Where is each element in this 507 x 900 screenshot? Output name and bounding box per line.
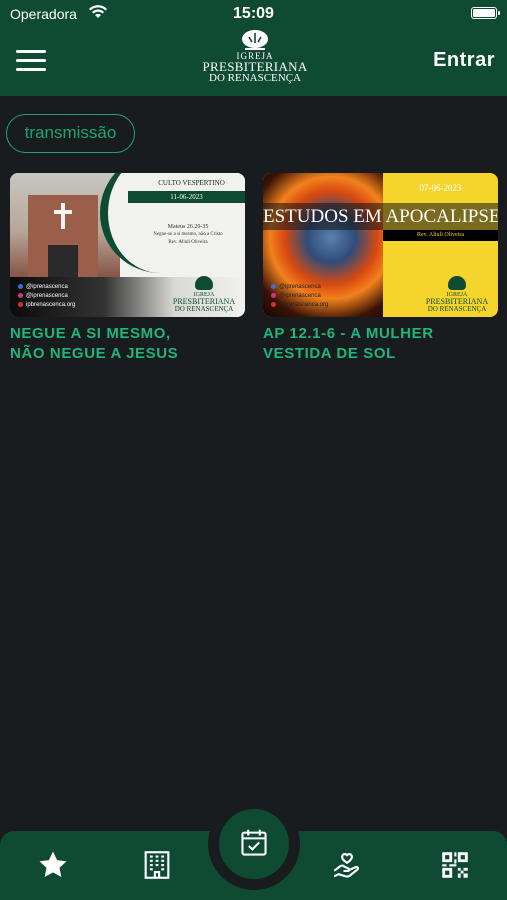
facebook-icon (18, 283, 23, 289)
thumb-brand: IGREJA PRESBITERIANA DO RENASCENÇA (169, 276, 239, 313)
clock: 15:09 (233, 5, 274, 22)
sermon-title-line: NÃO NEGUE A JESUS (10, 345, 179, 362)
building-icon (144, 851, 170, 879)
social-handle: @iprenascenca (279, 284, 321, 290)
calendar-check-icon (241, 829, 267, 856)
church-logo: IGREJA PRESBITERIANA DO RENASCENÇA (180, 29, 330, 93)
status-bar: Operadora 15:09 (0, 0, 507, 28)
star-icon (39, 851, 67, 878)
brand-line: DO RENASCENÇA (174, 305, 234, 313)
thumb-title: ESTUDOS EM APOCALIPSE (263, 203, 498, 230)
thumb-header: CULTO VESPERTINO (158, 179, 225, 187)
web-icon (271, 301, 276, 307)
thumb-ref: Mateus 26.20-35 (167, 224, 209, 230)
sermon-thumbnail: CULTO VESPERTINO 11-06-2023 Mateus 26.20… (10, 173, 245, 317)
social-handle: ipbrenascenca.org (279, 302, 329, 308)
tab-qr-code[interactable] (438, 848, 472, 882)
social-handle: @iprenascenca (279, 293, 321, 299)
web-icon (18, 301, 23, 307)
sermon-title-line: AP 12.1-6 - A MULHER (263, 325, 434, 342)
thumb-preacher: Rev. Aliuli Oliveira (168, 240, 208, 245)
thumb-social: @iprenascenca @iprenascenca ipbrenascenc… (18, 283, 75, 310)
sermon-card[interactable]: CULTO VESPERTINO 11-06-2023 Mateus 26.20… (10, 173, 245, 364)
brand-line: DO RENASCENÇA (427, 305, 487, 313)
thumb-subtitle: Negue-se a si mesmo, não a Cristo (153, 232, 223, 237)
sermon-card[interactable]: 07-06-2023 ESTUDOS EM APOCALIPSE Rev. Al… (263, 173, 498, 364)
social-handle: ipbrenascenca.org (26, 302, 76, 308)
filter-chip-transmissao[interactable]: transmissão (6, 114, 135, 153)
tab-church[interactable] (140, 848, 174, 882)
thumb-preacher: Rev. Aliuli Oliveira (383, 230, 498, 241)
tree-icon (448, 276, 466, 290)
hand-heart-icon (333, 853, 359, 878)
sermon-title[interactable]: AP 12.1-6 - A MULHER VESTIDA DE SOL (263, 324, 498, 364)
thumb-date: 07-06-2023 (419, 183, 462, 193)
instagram-icon (18, 292, 23, 298)
tree-icon (195, 276, 213, 290)
sermon-title-line: NEGUE A SI MESMO, (10, 325, 171, 342)
social-handle: @iprenascenca (26, 284, 68, 290)
thumb-brand: IGREJA PRESBITERIANA DO RENASCENÇA (422, 276, 492, 313)
tab-favorites[interactable] (36, 848, 70, 882)
sermon-title-line: VESTIDA DE SOL (263, 345, 396, 362)
qr-code-icon (442, 852, 468, 878)
thumb-details: Mateus 26.20-35 Negue-se a si mesmo, não… (138, 223, 238, 247)
app-header: Operadora 15:09 IGREJA PRESBITERIANA DO … (0, 0, 507, 96)
sermon-title[interactable]: NEGUE A SI MESMO, NÃO NEGUE A JESUS (10, 324, 245, 364)
sermon-thumbnail: 07-06-2023 ESTUDOS EM APOCALIPSE Rev. Al… (263, 173, 498, 317)
battery-icon (471, 7, 500, 19)
tree-icon (242, 30, 268, 50)
facebook-icon (271, 283, 276, 289)
instagram-icon (271, 292, 276, 298)
tab-offerings[interactable] (330, 848, 364, 882)
login-button[interactable]: Entrar (433, 49, 495, 72)
tab-agenda[interactable] (219, 809, 289, 879)
logo-line-3: DO RENASCENÇA (209, 72, 301, 84)
thumb-social: @iprenascenca @iprenascenca ipbrenascenc… (271, 283, 328, 310)
thumb-date: 11-06-2023 (128, 191, 245, 203)
menu-button[interactable] (16, 50, 46, 72)
social-handle: @iprenascenca (26, 293, 68, 299)
